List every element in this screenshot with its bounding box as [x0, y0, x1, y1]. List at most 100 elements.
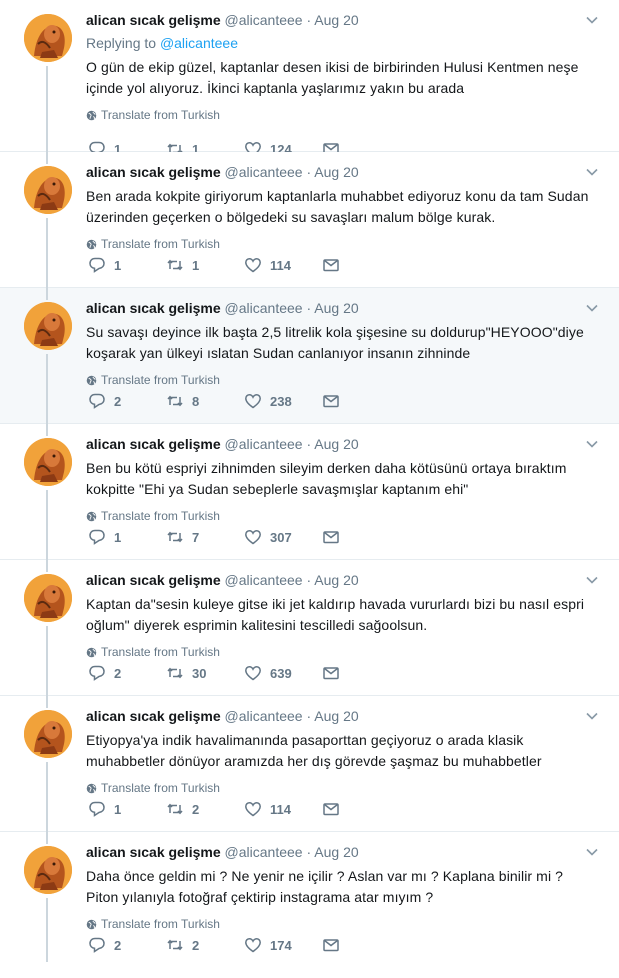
retweet-count: 7	[192, 529, 200, 545]
chevron-down-icon[interactable]	[585, 13, 599, 27]
reply-icon	[89, 393, 105, 409]
tweet[interactable]: alican sıcak gelişme @alicanteee · Aug 2…	[0, 696, 619, 832]
translate-label[interactable]: Translate from Turkish	[101, 236, 220, 252]
user-handle[interactable]: @alicanteee	[225, 572, 303, 588]
reply-button[interactable]: 2	[88, 663, 166, 683]
translate-link[interactable]: Translate from Turkish	[86, 916, 599, 932]
message-icon	[323, 667, 339, 680]
like-icon	[245, 666, 261, 681]
separator-dot: ·	[306, 844, 312, 860]
separator-dot: ·	[306, 164, 312, 180]
avatar[interactable]	[24, 302, 72, 350]
like-button[interactable]: 238	[244, 391, 322, 411]
reply-icon	[89, 257, 105, 273]
reply-button[interactable]: 1	[88, 799, 166, 819]
direct-message-button[interactable]	[322, 255, 348, 275]
user-handle[interactable]: @alicanteee	[225, 436, 303, 452]
translate-link[interactable]: Translate from Turkish	[86, 780, 599, 796]
translate-link[interactable]: Translate from Turkish	[86, 236, 599, 252]
tweet-timestamp[interactable]: Aug 20	[314, 12, 358, 28]
display-name[interactable]: alican sıcak gelişme	[86, 300, 221, 316]
thread-line	[46, 626, 48, 696]
retweet-button[interactable]: 8	[166, 391, 244, 411]
direct-message-button[interactable]	[322, 527, 348, 547]
translate-label[interactable]: Translate from Turkish	[101, 644, 220, 660]
translate-label[interactable]: Translate from Turkish	[101, 508, 220, 524]
direct-message-button[interactable]	[322, 799, 348, 819]
reply-button[interactable]: 1	[88, 527, 166, 547]
avatar[interactable]	[24, 574, 72, 622]
avatar[interactable]	[24, 166, 72, 214]
user-handle[interactable]: @alicanteee	[225, 300, 303, 316]
translate-link[interactable]: Translate from Turkish	[86, 372, 599, 388]
like-button[interactable]: 174	[244, 935, 322, 955]
tweet[interactable]: alican sıcak gelişme @alicanteee · Aug 2…	[0, 288, 619, 424]
translate-label[interactable]: Translate from Turkish	[101, 916, 220, 932]
avatar[interactable]	[24, 710, 72, 758]
retweet-button[interactable]: 1	[166, 255, 244, 275]
like-button[interactable]: 114	[244, 799, 322, 819]
display-name[interactable]: alican sıcak gelişme	[86, 844, 221, 860]
chevron-down-icon[interactable]	[585, 573, 599, 587]
display-name[interactable]: alican sıcak gelişme	[86, 436, 221, 452]
chevron-down-icon[interactable]	[585, 845, 599, 859]
tweet[interactable]: alican sıcak gelişme @alicanteee · Aug 2…	[0, 152, 619, 288]
chevron-down-icon[interactable]	[585, 165, 599, 179]
direct-message-button[interactable]	[322, 935, 348, 955]
retweet-button[interactable]: 2	[166, 935, 244, 955]
translate-label[interactable]: Translate from Turkish	[101, 372, 220, 388]
reply-button[interactable]: 2	[88, 935, 166, 955]
replying-to-link[interactable]: @alicanteee	[160, 35, 238, 51]
user-handle[interactable]: @alicanteee	[225, 844, 303, 860]
tweet-timestamp[interactable]: Aug 20	[314, 708, 358, 724]
avatar[interactable]	[24, 846, 72, 894]
tweet-timestamp[interactable]: Aug 20	[314, 436, 358, 452]
display-name[interactable]: alican sıcak gelişme	[86, 572, 221, 588]
translate-link[interactable]: Translate from Turkish	[86, 508, 599, 524]
tweet-timestamp[interactable]: Aug 20	[314, 572, 358, 588]
chevron-down-icon[interactable]	[585, 301, 599, 315]
user-handle[interactable]: @alicanteee	[225, 164, 303, 180]
translate-label[interactable]: Translate from Turkish	[101, 107, 220, 123]
user-handle[interactable]: @alicanteee	[225, 708, 303, 724]
retweet-button[interactable]: 2	[166, 799, 244, 819]
tweet[interactable]: alican sıcak gelişme @alicanteee · Aug 2…	[0, 424, 619, 560]
retweet-button[interactable]: 7	[166, 527, 244, 547]
tweet[interactable]: alican sıcak gelişme @alicanteee · Aug 2…	[0, 0, 619, 157]
retweet-icon	[167, 531, 183, 543]
translate-link[interactable]: Translate from Turkish	[86, 644, 599, 660]
chevron-down-icon[interactable]	[585, 709, 599, 723]
like-icon	[245, 394, 261, 409]
thread-line	[46, 354, 48, 424]
avatar[interactable]	[24, 438, 72, 486]
thread-line	[46, 898, 48, 962]
tweet-timestamp[interactable]: Aug 20	[314, 164, 358, 180]
reply-button[interactable]: 2	[88, 391, 166, 411]
tweet-text: Su savaşı deyince ilk başta 2,5 litrelik…	[86, 324, 584, 361]
user-handle[interactable]: @alicanteee	[225, 12, 303, 28]
translate-link[interactable]: Translate from Turkish	[86, 107, 599, 123]
direct-message-button[interactable]	[322, 663, 348, 683]
display-name[interactable]: alican sıcak gelişme	[86, 12, 221, 28]
reply-icon	[89, 529, 105, 545]
tweet[interactable]: alican sıcak gelişme @alicanteee · Aug 2…	[0, 560, 619, 696]
retweet-button[interactable]: 30	[166, 663, 244, 683]
avatar[interactable]	[24, 14, 72, 62]
reply-button[interactable]: 1	[88, 255, 166, 275]
like-button[interactable]: 639	[244, 663, 322, 683]
tweet-timestamp[interactable]: Aug 20	[314, 844, 358, 860]
like-button[interactable]: 114	[244, 255, 322, 275]
retweet-count: 30	[192, 665, 207, 681]
translate-label[interactable]: Translate from Turkish	[101, 780, 220, 796]
display-name[interactable]: alican sıcak gelişme	[86, 164, 221, 180]
tweet-text: O gün de ekip güzel, kaptanlar desen iki…	[86, 59, 579, 96]
tweet-timestamp[interactable]: Aug 20	[314, 300, 358, 316]
display-name[interactable]: alican sıcak gelişme	[86, 708, 221, 724]
reply-count: 1	[114, 529, 122, 545]
chevron-down-icon[interactable]	[585, 437, 599, 451]
thread-line	[46, 560, 48, 572]
tweet[interactable]: alican sıcak gelişme @alicanteee · Aug 2…	[0, 832, 619, 962]
like-icon	[245, 938, 261, 953]
direct-message-button[interactable]	[322, 391, 348, 411]
like-button[interactable]: 307	[244, 527, 322, 547]
